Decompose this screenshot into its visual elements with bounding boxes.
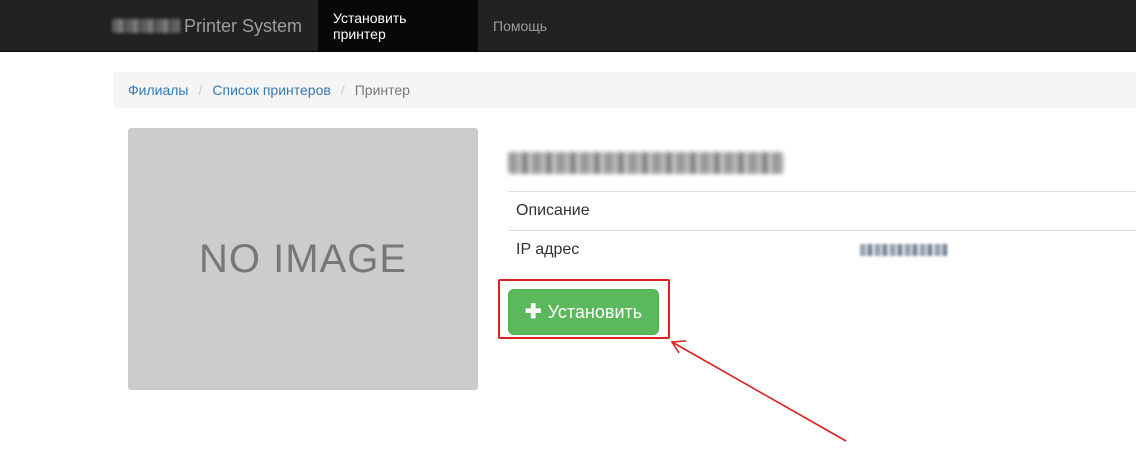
- install-button[interactable]: ✚ Установить: [508, 289, 659, 335]
- nav-help[interactable]: Помощь: [478, 0, 562, 52]
- brand-logo[interactable]: Printer System: [112, 0, 302, 52]
- printer-title-redacted: [508, 152, 784, 174]
- table-row: Описание: [508, 191, 1136, 231]
- brand-text: Printer System: [184, 15, 303, 36]
- breadcrumb-printer-list[interactable]: Список принтеров: [212, 82, 330, 98]
- ip-address-label: IP адрес: [508, 230, 851, 270]
- install-button-label: Установить: [547, 301, 643, 322]
- ip-address-value: [851, 230, 1136, 270]
- printer-image-placeholder: NO IMAGE: [128, 128, 478, 390]
- brand-redacted-text: [112, 19, 180, 33]
- nav-install-printer[interactable]: Установить принтер: [318, 0, 478, 52]
- breadcrumb: Филиалы / Список принтеров / Принтер: [113, 72, 1136, 108]
- breadcrumb-current: Принтер: [354, 82, 410, 98]
- top-navbar: Printer System Установить принтер Помощь: [0, 0, 1136, 52]
- breadcrumb-branches[interactable]: Филиалы: [128, 82, 188, 98]
- ip-redacted: [860, 244, 948, 257]
- table-row: IP адрес: [508, 230, 1136, 270]
- plus-icon: ✚: [524, 301, 542, 323]
- description-value: [851, 191, 1136, 231]
- breadcrumb-separator: /: [340, 82, 345, 98]
- description-label: Описание: [508, 191, 851, 231]
- no-image-text: NO IMAGE: [198, 236, 408, 281]
- breadcrumb-separator: /: [198, 82, 203, 98]
- printer-info-table: Описание IP адрес: [508, 191, 1136, 270]
